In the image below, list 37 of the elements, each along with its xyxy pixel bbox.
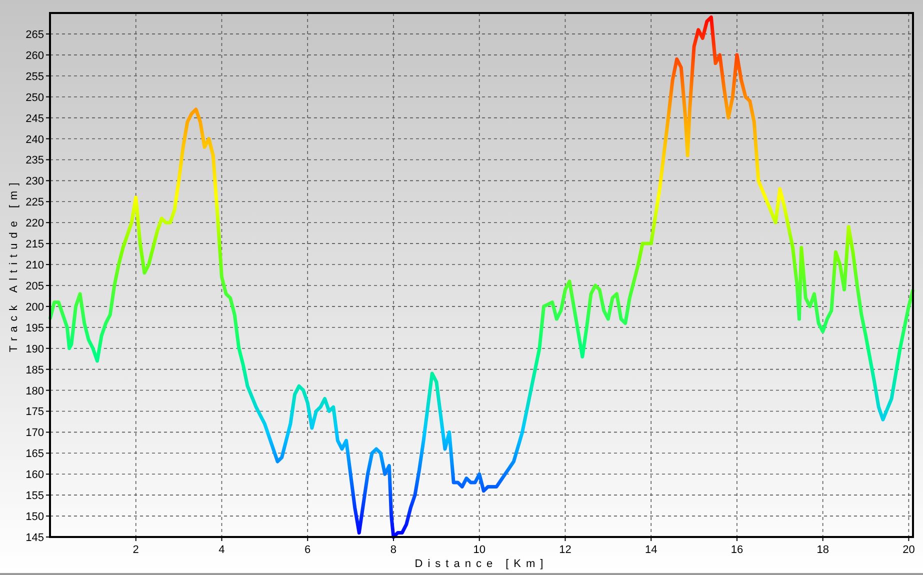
y-tick-label: 245 xyxy=(26,112,44,125)
x-tick-label: 20 xyxy=(902,544,915,556)
y-tick-label: 185 xyxy=(26,364,44,376)
y-tick-label: 150 xyxy=(26,511,44,524)
x-tick-label: 12 xyxy=(559,544,572,556)
y-tick-label: 210 xyxy=(26,260,44,272)
y-tick-label: 260 xyxy=(26,50,44,62)
y-tick-label: 225 xyxy=(26,196,44,209)
y-tick-label: 170 xyxy=(26,427,44,440)
x-tick-label: 8 xyxy=(390,544,397,556)
x-tick-label: 16 xyxy=(730,544,744,556)
y-tick-label: 250 xyxy=(26,92,44,104)
x-tick-label: 2 xyxy=(132,544,139,556)
y-tick-label: 175 xyxy=(26,406,44,418)
y-axis-title: Track Altitude [m] xyxy=(8,178,20,352)
x-tick-label: 4 xyxy=(218,544,225,556)
y-tick-label: 255 xyxy=(26,70,44,83)
y-tick-label: 230 xyxy=(26,176,44,188)
x-tick-label: 6 xyxy=(304,544,311,556)
y-tick-label: 220 xyxy=(26,218,44,230)
y-tick-label: 205 xyxy=(26,280,44,292)
y-tick-label: 265 xyxy=(26,28,44,41)
y-tick-label: 180 xyxy=(26,385,44,398)
y-tick-label: 195 xyxy=(26,322,44,334)
y-tick-label: 215 xyxy=(26,238,44,251)
y-tick-label: 200 xyxy=(26,301,44,314)
x-axis-title: Distance [Km] xyxy=(414,558,548,570)
y-tick-label: 145 xyxy=(26,532,44,544)
y-tick-label: 155 xyxy=(26,490,44,502)
y-tick-label: 190 xyxy=(26,343,44,356)
y-tick-label: 165 xyxy=(26,448,44,460)
y-tick-label: 160 xyxy=(26,469,44,482)
x-tick-label: 14 xyxy=(644,544,658,556)
y-tick-label: 235 xyxy=(26,154,44,167)
x-tick-label: 10 xyxy=(473,544,486,556)
x-tick-label: 18 xyxy=(816,544,829,556)
y-tick-label: 240 xyxy=(26,134,44,146)
